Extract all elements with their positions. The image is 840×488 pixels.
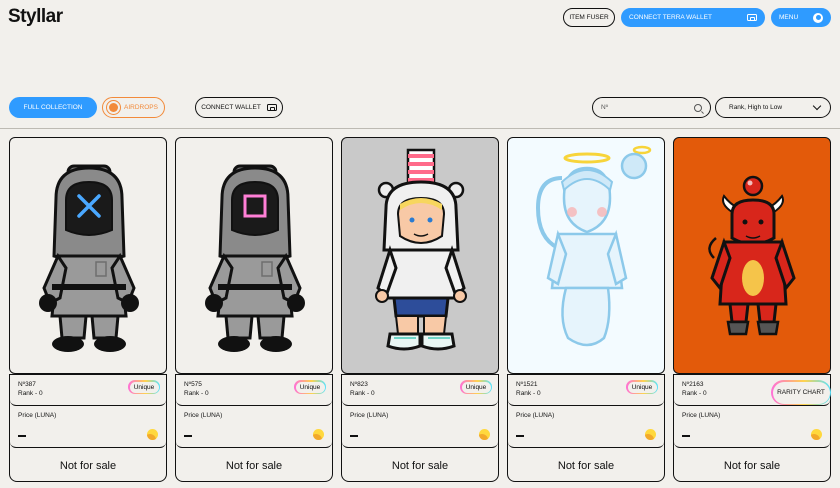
menu-label: MENU [779,14,799,21]
chevron-down-icon [812,101,822,110]
nft-card[interactable]: Nº823 Rank - 0 Unique Price (LUNA) Not f… [341,137,499,482]
nft-artwork[interactable] [673,137,831,374]
sun-icon [109,103,119,112]
rarity-chart-label: RARITY CHART [772,381,830,404]
price-value [18,435,26,437]
full-collection-button[interactable]: FULL COLLECTION [9,97,97,118]
card-price: Price (LUNA) [508,406,664,448]
luna-coin-icon [645,429,656,440]
ghost-angel-illustration [535,145,652,347]
card-info: Nº823 Rank - 0 Unique Price (LUNA) Not f… [341,374,499,482]
search-icon[interactable] [694,103,702,112]
full-collection-label: FULL COLLECTION [23,104,83,111]
sale-status: Not for sale [225,459,283,472]
price-value [350,435,358,437]
luna-coin-icon [313,429,324,440]
card-info: Nº387 Rank - 0 Unique Price (LUNA) Not f… [9,374,167,482]
connect-terra-wallet-button[interactable]: CONNECT TERRA WALLET [621,8,765,27]
unique-badge: Unique [626,380,658,394]
nft-artwork[interactable] [341,137,499,374]
price-label: Price (LUNA) [184,412,223,419]
badge-label: Unique [129,381,159,393]
sale-status: Not for sale [557,459,615,472]
badge-label: Unique [461,381,491,393]
connect-wallet-label: CONNECT WALLET [201,104,261,111]
luna-coin-icon [147,429,158,440]
card-meta: Nº1521 Rank - 0 Unique [508,375,664,406]
card-price: Price (LUNA) [674,406,830,448]
wallet-icon [266,104,277,111]
card-info: Nº1521 Rank - 0 Unique Price (LUNA) Not … [507,374,665,482]
nft-artwork[interactable] [9,137,167,374]
price-value [516,435,524,437]
styllar-logo[interactable]: Styllar [8,6,63,28]
rarity-chart-button[interactable]: RARITY CHART [771,380,831,405]
sale-status: Not for sale [391,459,449,472]
card-price: Price (LUNA) [10,406,166,448]
unique-badge: Unique [128,380,160,394]
badge-label: Unique [627,381,657,393]
price-label: Price (LUNA) [18,412,57,419]
guard-cross-illustration [39,164,139,352]
price-value [184,435,192,437]
card-price: Price (LUNA) [342,406,498,448]
sale-status: Not for sale [59,459,117,472]
card-meta: Nº575 Rank - 0 Unique [176,375,332,406]
nft-card[interactable]: Nº1521 Rank - 0 Unique Price (LUNA) Not … [507,137,665,482]
guard-square-illustration [205,164,305,352]
card-info: Nº575 Rank - 0 Unique Price (LUNA) Not f… [175,374,333,482]
nft-artwork[interactable] [175,137,333,374]
badge-label: Unique [295,381,325,393]
connect-wallet-button[interactable]: CONNECT WALLET [195,97,283,118]
card-meta: Nº387 Rank - 0 Unique [10,375,166,406]
search-box[interactable] [592,97,711,118]
nft-card[interactable]: Nº387 Rank - 0 Unique Price (LUNA) Not f… [9,137,167,482]
airdrops-label: AIRDROPS [124,104,158,111]
item-fuser-button[interactable]: ITEM FUSER [563,8,615,27]
search-input[interactable] [601,104,681,111]
card-meta: Nº823 Rank - 0 Unique [342,375,498,406]
connect-terra-label: CONNECT TERRA WALLET [629,14,712,21]
airdrops-button[interactable]: AIRDROPS [102,97,165,118]
nft-card[interactable]: Nº2163 Rank - 0 Price (LUNA) Not for sal… [673,137,831,482]
divider [0,128,840,129]
price-label: Price (LUNA) [350,412,389,419]
card-price: Price (LUNA) [176,406,332,448]
unique-badge: Unique [460,380,492,394]
sort-select[interactable]: Rank, High to Low [715,97,831,118]
nft-artwork[interactable] [507,137,665,374]
unique-badge: Unique [294,380,326,394]
price-label: Price (LUNA) [682,412,721,419]
red-devil-illustration [708,175,796,336]
price-label: Price (LUNA) [516,412,555,419]
sale-status: Not for sale [723,459,781,472]
wallet-icon [747,14,757,21]
sort-value: Rank, High to Low [729,104,783,111]
menu-toggle-icon [813,12,823,23]
price-value [682,435,690,437]
luna-coin-icon [811,429,822,440]
hoodie-boy-illustration [375,148,467,351]
luna-coin-icon [479,429,490,440]
item-fuser-label: ITEM FUSER [569,14,609,21]
menu-button[interactable]: MENU [771,8,831,27]
nft-card[interactable]: Nº575 Rank - 0 Unique Price (LUNA) Not f… [175,137,333,482]
